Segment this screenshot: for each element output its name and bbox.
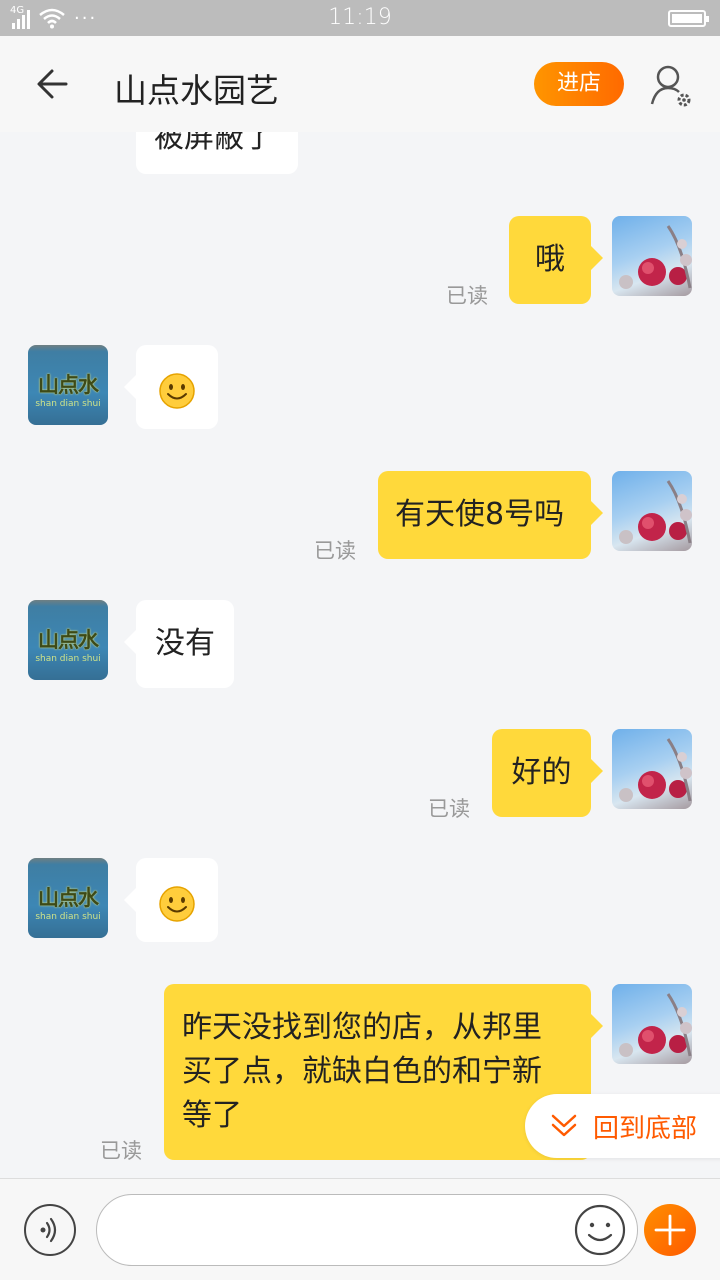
plus-button[interactable] — [644, 1204, 696, 1256]
message-text: 哦 — [535, 242, 565, 277]
chat-header: 山点水园艺 进店 — [0, 36, 720, 132]
message-bubble-incoming[interactable]: 被屏蔽了 — [136, 132, 298, 174]
my-avatar[interactable] — [612, 471, 692, 551]
message-bubble-incoming[interactable]: 没有 — [124, 600, 234, 688]
plus-icon — [654, 1214, 686, 1246]
shop-avatar[interactable]: 山点水 shan dian shui — [28, 858, 108, 938]
flower-photo — [619, 738, 692, 802]
smiley-icon[interactable] — [574, 1204, 626, 1256]
voice-button[interactable] — [24, 1204, 76, 1256]
message-text: 好的 — [511, 755, 572, 790]
message-text: 没有 — [155, 626, 215, 661]
message-bubble-outgoing[interactable]: 好的 — [492, 729, 603, 817]
voice-icon — [40, 1217, 57, 1243]
enter-store-button[interactable]: 进店 — [534, 62, 624, 106]
shop-logo-text: 山点水 — [38, 373, 99, 397]
message-bubble-incoming[interactable] — [124, 858, 218, 942]
read-status: 已读 — [100, 1139, 142, 1163]
shop-logo-text: 山点水 — [38, 886, 99, 910]
flower-photo — [619, 993, 692, 1057]
status-bar: 4G ··· 11:19 — [0, 0, 720, 36]
flower-photo — [619, 480, 692, 544]
back-arrow-icon[interactable] — [30, 64, 80, 104]
message-text-line: 等了 — [182, 1098, 242, 1133]
message-bubble-incoming[interactable] — [124, 345, 218, 429]
message-list[interactable]: 被屏蔽了 已读 哦 山点水 shan dian shui 已读 有天使8号吗 山… — [0, 132, 720, 1178]
shop-logo-subtext: shan dian shui — [35, 654, 101, 664]
my-avatar[interactable] — [612, 216, 692, 296]
message-input[interactable] — [96, 1194, 638, 1266]
smiley-emoji-icon — [159, 372, 195, 409]
user-settings-icon[interactable] — [648, 62, 696, 110]
chat-title: 山点水园艺 — [114, 71, 279, 110]
my-avatar[interactable] — [612, 984, 692, 1064]
smiley-emoji-icon — [159, 885, 195, 922]
back-to-bottom-button[interactable]: 回到底部 — [525, 1094, 720, 1158]
battery-icon — [668, 10, 709, 27]
back-to-bottom-label: 回到底部 — [593, 1114, 698, 1144]
my-avatar[interactable] — [612, 729, 692, 809]
flower-photo — [619, 225, 692, 289]
message-bubble-outgoing[interactable]: 哦 — [509, 216, 603, 304]
read-status: 已读 — [428, 797, 470, 821]
shop-logo-subtext: shan dian shui — [35, 399, 101, 409]
message-text: 被屏蔽了 — [154, 132, 274, 155]
status-time: 11:19 — [328, 5, 392, 30]
shop-logo-text: 山点水 — [38, 628, 99, 652]
read-status: 已读 — [446, 284, 488, 308]
message-text-line: 昨天没找到您的店，从邦里 — [182, 1010, 542, 1045]
read-status: 已读 — [314, 539, 356, 563]
shop-avatar[interactable]: 山点水 shan dian shui — [28, 600, 108, 680]
shop-logo-subtext: shan dian shui — [35, 912, 101, 922]
shop-avatar[interactable]: 山点水 shan dian shui — [28, 345, 108, 425]
message-text-line: 买了点，就缺白色的和宁新 — [182, 1054, 542, 1089]
message-text: 有天使8号吗 — [395, 497, 565, 532]
double-chevron-down-icon — [551, 1114, 577, 1137]
message-bubble-outgoing[interactable]: 有天使8号吗 — [378, 471, 603, 559]
input-bar — [0, 1178, 720, 1280]
